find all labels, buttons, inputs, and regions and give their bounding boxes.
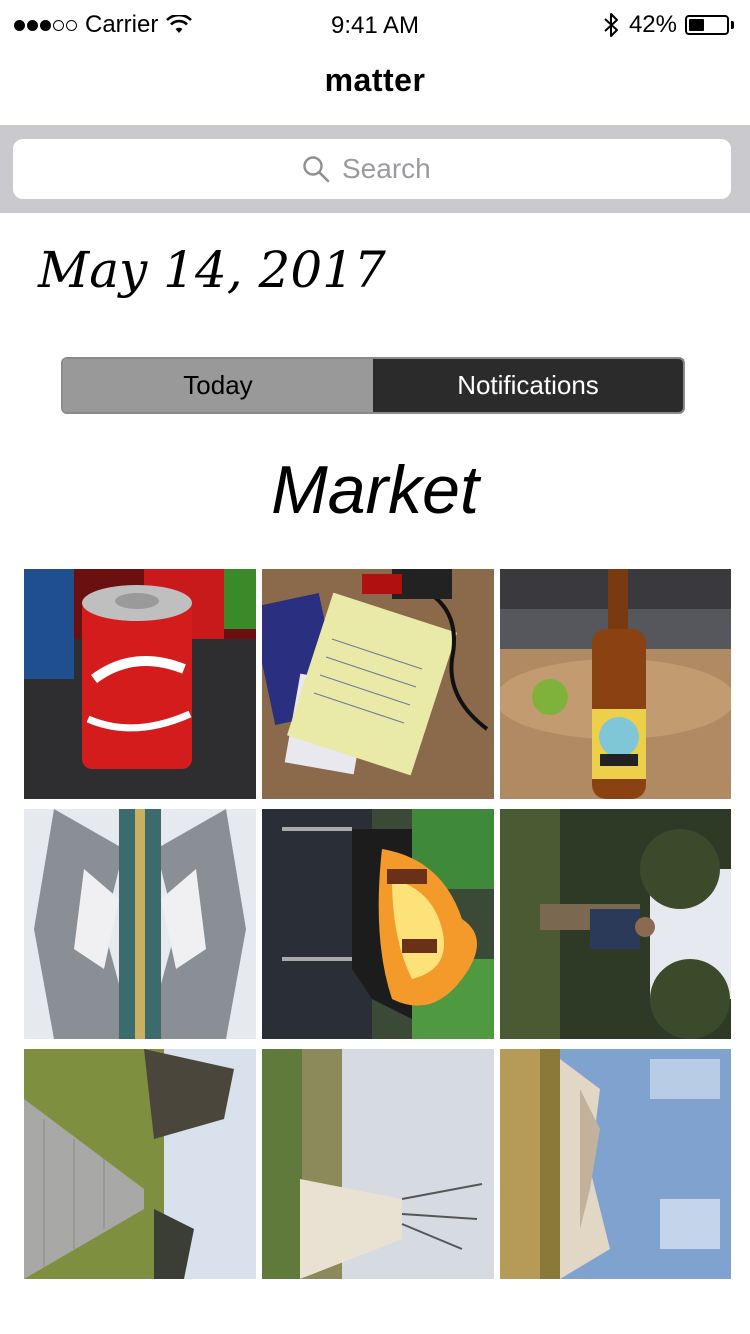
battery-fill [689,19,705,31]
person-icon [500,809,731,1039]
fire-icon [262,809,494,1039]
battery-percent: 42% [628,11,677,38]
photo-boardwalk[interactable] [24,1049,256,1279]
section-title: Market [271,452,479,528]
battery-icon [685,15,729,35]
beer-bottle-icon [500,569,731,799]
rock-formation-icon [500,1049,731,1279]
search-bar [0,125,750,213]
app-title: matter [324,62,426,98]
date-heading: May 14, 2017 [38,241,386,299]
photo-coca-cola-can[interactable] [24,569,256,799]
status-bar: Carrier 9:41 AM 42% [0,0,750,48]
soda-can-icon [24,569,256,799]
photo-person-forest[interactable] [500,809,731,1039]
segmented-control: Today Notifications [61,357,685,414]
teepee-icon [262,1049,494,1279]
photo-grid [24,569,731,1279]
segment-today[interactable]: Today [63,359,373,412]
segment-today-label: Today [183,370,253,400]
segment-notifications[interactable]: Notifications [373,359,683,412]
photo-campfire[interactable] [262,809,494,1039]
segment-notifications-label: Notifications [457,370,599,400]
photo-teepee[interactable] [262,1049,494,1279]
search-field[interactable] [13,139,731,199]
mountain-lake-icon [24,809,256,1039]
boardwalk-icon [24,1049,256,1279]
photo-badlands[interactable] [500,1049,731,1279]
photo-desk-notes[interactable] [262,569,494,799]
bluetooth-icon [604,13,618,37]
search-input[interactable] [342,153,442,185]
search-icon [303,156,330,183]
photo-mountain-lake[interactable] [24,809,256,1039]
photo-beer-bottle[interactable] [500,569,731,799]
notepad-icon [262,569,494,799]
battery-tip [731,21,734,29]
status-right: 42% [603,11,734,39]
